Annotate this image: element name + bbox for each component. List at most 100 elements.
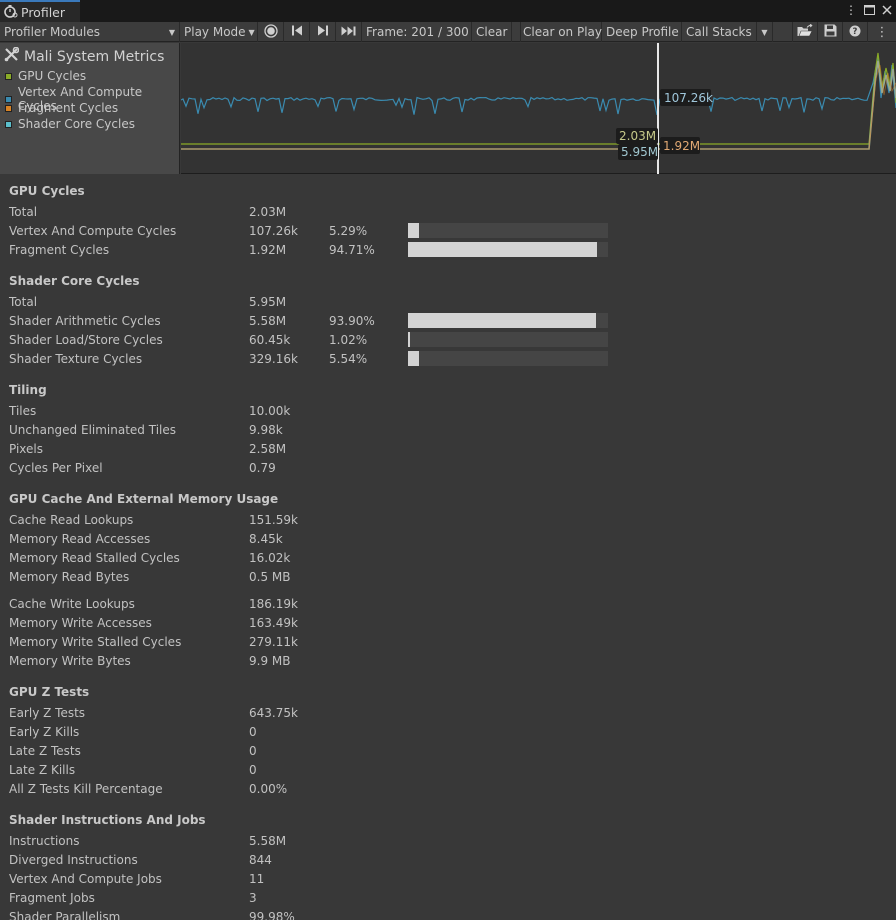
metric-bar	[408, 351, 608, 366]
window-title-bar: Profiler ⋮	[0, 0, 896, 22]
section-title: Shader Core Cycles	[9, 274, 140, 288]
metric-label: Shader Texture Cycles	[9, 352, 143, 366]
metrics-chart[interactable]: 107.26k 2.03M 5.95M 1.92M	[181, 43, 896, 174]
metric-label: Shader Parallelism	[9, 910, 121, 920]
tooltip-shader-value: 5.95M	[621, 145, 658, 159]
play-mode-dropdown[interactable]: Play Mode ▼	[180, 22, 258, 42]
metric-label: Diverged Instructions	[9, 853, 138, 867]
profiler-tab[interactable]: Profiler	[0, 0, 80, 22]
chevron-down-icon: ▼	[248, 27, 255, 37]
toolbar-menu-button[interactable]: ⋮	[868, 22, 896, 42]
profiler-modules-dropdown[interactable]: Profiler Modules ▼	[0, 22, 180, 42]
section-title: Shader Instructions And Jobs	[9, 813, 206, 827]
metric-label: Memory Write Accesses	[9, 616, 152, 630]
metric-label: Early Z Tests	[9, 706, 86, 720]
metric-value: 0.5 MB	[249, 570, 291, 584]
metric-label: Early Z Kills	[9, 725, 80, 739]
legend-swatch	[5, 72, 12, 80]
metric-label: Memory Read Accesses	[9, 532, 151, 546]
metric-value: 3	[249, 891, 257, 905]
last-frame-button[interactable]	[336, 22, 362, 42]
section-title: GPU Z Tests	[9, 685, 90, 699]
metric-bar	[408, 313, 608, 328]
call-stacks-toggle[interactable]: Call Stacks	[682, 22, 757, 42]
metric-value: 163.49k	[249, 616, 298, 630]
metric-value: 99.98%	[249, 910, 295, 920]
tooltip-vertex-value: 107.26k	[664, 91, 713, 105]
skip-back-icon	[291, 25, 303, 39]
module-title-label: Mali System Metrics	[24, 48, 165, 65]
metric-bar	[408, 223, 608, 238]
clear-on-play-toggle[interactable]: Clear on Play	[519, 22, 602, 42]
metric-value: 0	[249, 725, 257, 739]
metric-bar-fill	[408, 223, 419, 238]
metric-value: 2.58M	[249, 442, 287, 456]
stopwatch-icon	[4, 4, 18, 21]
metric-value: 9.98k	[249, 423, 283, 437]
metric-value: 1.92M	[249, 243, 287, 257]
metric-value: 151.59k	[249, 513, 298, 527]
metric-value: 0	[249, 763, 257, 777]
metric-label: Vertex And Compute Jobs	[9, 872, 162, 886]
metric-value: 0	[249, 744, 257, 758]
record-button[interactable]	[258, 22, 284, 42]
tooltip-gpu-value: 2.03M	[619, 129, 656, 143]
metric-value: 329.16k	[249, 352, 298, 366]
metric-bar	[408, 332, 608, 347]
metric-label: Instructions	[9, 834, 80, 848]
next-frame-button[interactable]	[310, 22, 336, 42]
module-title[interactable]: Mali System Metrics	[4, 46, 165, 66]
close-icon[interactable]	[880, 2, 894, 18]
first-frame-button[interactable]	[284, 22, 310, 42]
play-mode-label: Play Mode	[184, 25, 246, 39]
metric-bar-fill	[408, 332, 410, 347]
metric-percentage: 5.29%	[329, 224, 368, 238]
legend-item-gpu-cycles[interactable]: GPU Cycles	[5, 69, 86, 83]
metric-label: Vertex And Compute Cycles	[9, 224, 177, 238]
clear-button[interactable]: Clear	[472, 22, 512, 42]
metric-value: 11	[249, 872, 265, 886]
more-vertical-icon[interactable]: ⋮	[844, 2, 858, 18]
section-title: Tiling	[9, 383, 47, 397]
section-title: GPU Cache And External Memory Usage	[9, 492, 279, 506]
metric-percentage: 94.71%	[329, 243, 375, 257]
metric-value: 844	[249, 853, 272, 867]
metric-label: Memory Write Stalled Cycles	[9, 635, 182, 649]
legend-swatch	[5, 104, 12, 112]
maximize-icon[interactable]	[862, 2, 876, 18]
metric-value: 5.58M	[249, 834, 287, 848]
section-title: GPU Cycles	[9, 184, 85, 198]
metric-label: Total	[9, 295, 38, 309]
metric-label: Fragment Cycles	[9, 243, 110, 257]
metric-label: Cache Read Lookups	[9, 513, 134, 527]
tooltip-fragment: 1.92M	[660, 137, 700, 154]
metric-value: 279.11k	[249, 635, 298, 649]
load-button[interactable]	[793, 22, 818, 42]
metric-label: Cycles Per Pixel	[9, 461, 103, 475]
metric-label: All Z Tests Kill Percentage	[9, 782, 163, 796]
fast-forward-icon	[341, 25, 356, 39]
metric-label: Memory Read Bytes	[9, 570, 130, 584]
metric-bar	[408, 242, 608, 257]
metric-value: 5.58M	[249, 314, 287, 328]
series-line-vertex-compute	[181, 56, 896, 116]
legend-item-shader-core-cycles[interactable]: Shader Core Cycles	[5, 117, 135, 131]
metric-bar-fill	[408, 313, 596, 328]
call-stacks-dropdown[interactable]: ▼	[757, 22, 773, 42]
module-legend-panel: Mali System Metrics GPU Cycles Vertex An…	[0, 43, 180, 174]
tooltip-vertex: 107.26k	[660, 89, 713, 106]
step-forward-icon	[317, 25, 329, 39]
deep-profile-toggle[interactable]: Deep Profile	[602, 22, 682, 42]
record-icon	[263, 23, 278, 41]
metric-value: 0.00%	[249, 782, 288, 796]
metric-value: 2.03M	[249, 205, 287, 219]
legend-label: Shader Core Cycles	[18, 117, 135, 131]
save-button[interactable]	[818, 22, 843, 42]
frame-counter: Frame: 201 / 300	[362, 22, 472, 42]
metric-value: 8.45k	[249, 532, 283, 546]
svg-text:?: ?	[853, 27, 858, 37]
legend-item-fragment-cycles[interactable]: Fragment Cycles	[5, 101, 118, 115]
help-button[interactable]: ?	[843, 22, 868, 42]
profiler-toolbar: Profiler Modules ▼ Play Mode ▼ Frame: 20…	[0, 22, 896, 42]
metric-value: 643.75k	[249, 706, 298, 720]
